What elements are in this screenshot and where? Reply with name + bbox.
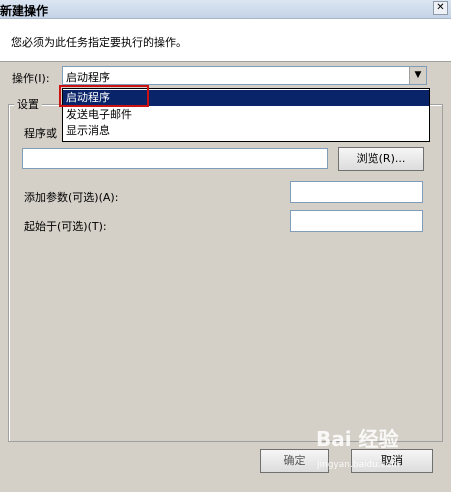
action-label: 操作(I): — [12, 72, 50, 85]
arguments-input[interactable] — [290, 181, 423, 203]
title-bar: 新建操作 ✕ — [0, 0, 451, 19]
close-icon[interactable]: ✕ — [433, 1, 448, 15]
settings-group-title: 设置 — [14, 96, 42, 112]
dropdown-option-show-message[interactable]: 显示消息 — [63, 123, 429, 139]
watermark-url: jingyan.baidu.com — [317, 460, 401, 470]
dialog-header: 您必须为此任务指定要执行的操作。 — [0, 19, 451, 61]
dropdown-option-send-email[interactable]: 发送电子邮件 — [63, 107, 429, 123]
program-label: 程序或 — [24, 127, 57, 140]
action-combobox-value: 启动程序 — [66, 71, 110, 84]
window-title: 新建操作 — [0, 4, 49, 18]
action-combobox[interactable]: 启动程序 ▼ — [62, 66, 427, 85]
chevron-down-icon[interactable]: ▼ — [409, 67, 426, 84]
dialog-subtitle: 您必须为此任务指定要执行的操作。 — [11, 36, 187, 49]
highlight-box — [59, 85, 149, 107]
program-input[interactable] — [22, 148, 328, 169]
watermark-logo: Bai 经验 — [316, 427, 399, 451]
arguments-label: 添加参数(可选)(A): — [24, 191, 119, 204]
start-in-label: 起始于(可选)(T): — [24, 220, 107, 233]
browse-button[interactable]: 浏览(R)... — [338, 147, 424, 171]
start-in-input[interactable] — [290, 210, 423, 232]
